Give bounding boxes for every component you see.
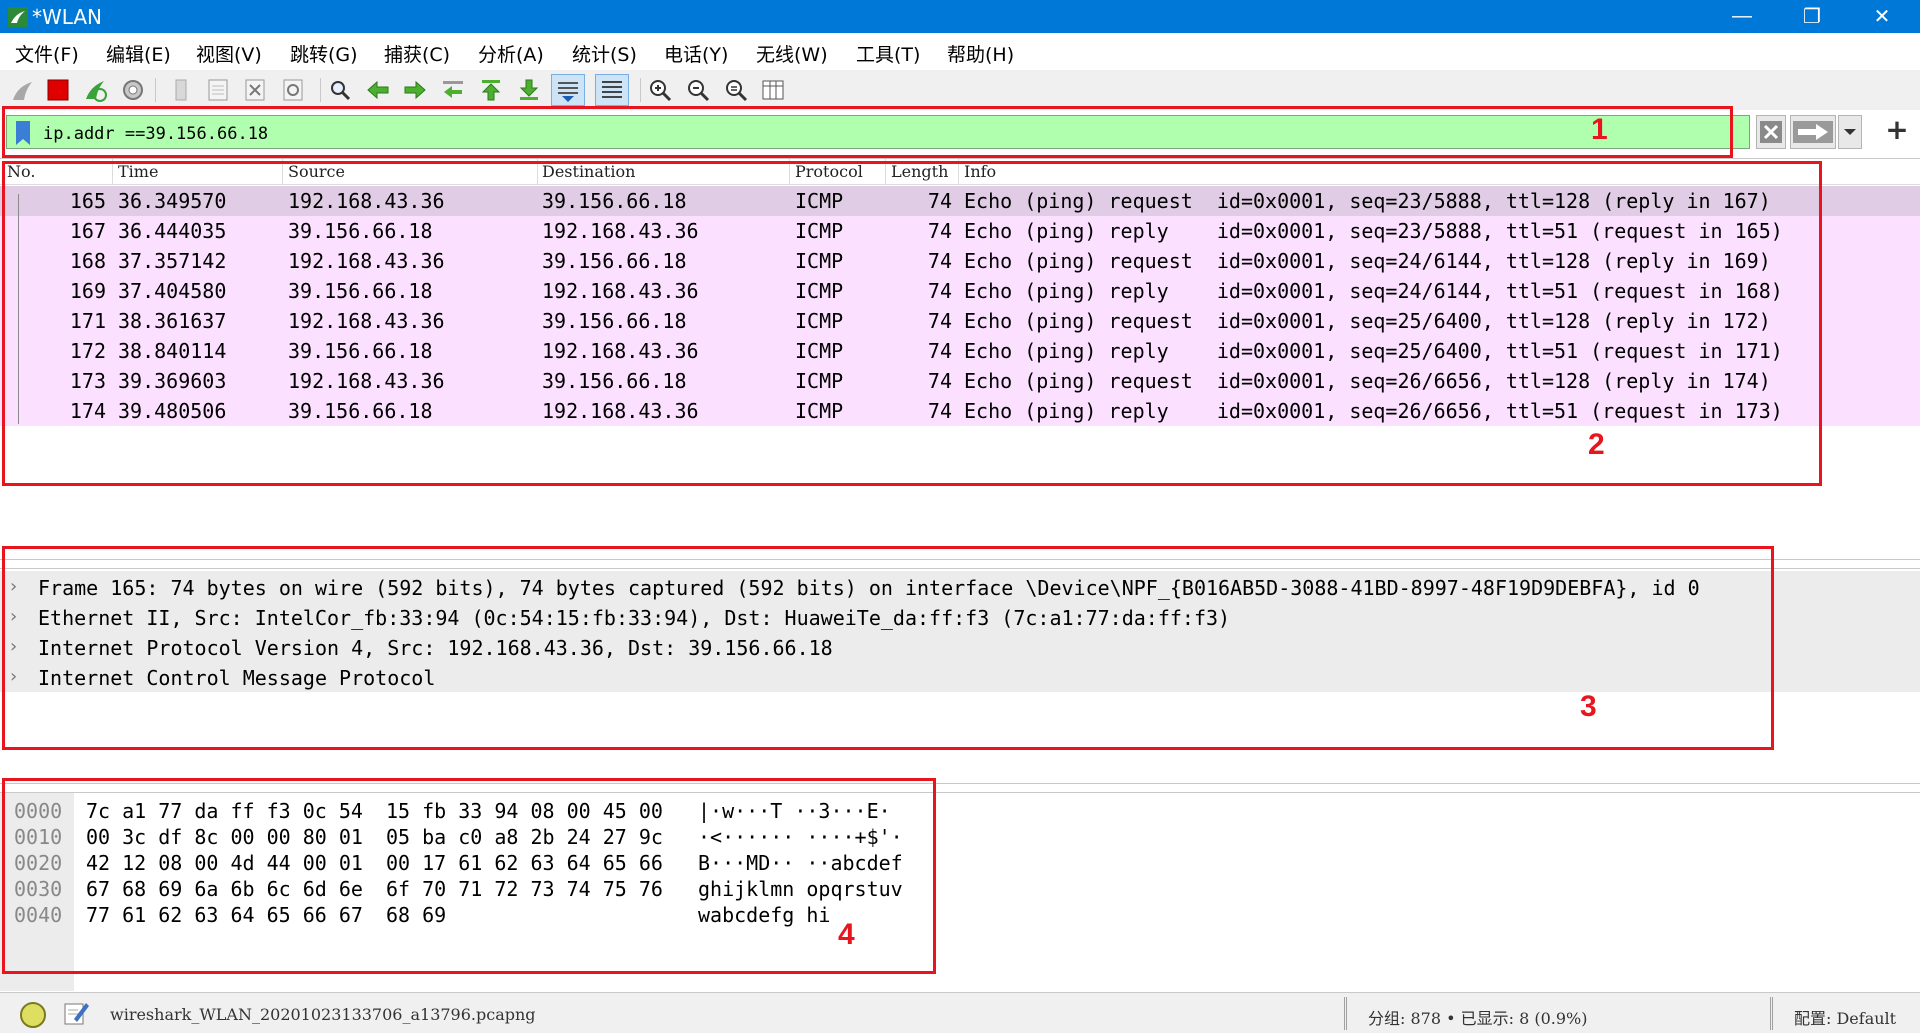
status-bar: wireshark_WLAN_20201023133706_a13796.pca… bbox=[0, 992, 1920, 1033]
annotation-label-4: 4 bbox=[838, 918, 855, 951]
chevron-down-icon bbox=[1844, 129, 1856, 135]
colorize-button[interactable] bbox=[595, 74, 629, 106]
go-back-icon[interactable] bbox=[365, 77, 391, 103]
zoom-out-icon[interactable] bbox=[685, 77, 711, 103]
go-first-packet-icon[interactable] bbox=[478, 77, 504, 103]
auto-scroll-icon bbox=[558, 82, 578, 102]
reload-file-icon[interactable] bbox=[280, 77, 306, 103]
stop-capture-icon[interactable] bbox=[45, 77, 71, 103]
restore-button[interactable]: ❐ bbox=[1782, 0, 1842, 33]
minimize-button[interactable]: — bbox=[1712, 0, 1772, 33]
status-divider bbox=[1770, 997, 1773, 1030]
open-file-icon[interactable] bbox=[168, 77, 194, 103]
menu-bar: 文件(F) 编辑(E) 视图(V) 跳转(G) 捕获(C) 分析(A) 统计(S… bbox=[0, 33, 1920, 70]
toolbar-separator bbox=[155, 78, 156, 102]
go-forward-icon[interactable] bbox=[402, 77, 428, 103]
close-window-button[interactable]: ✕ bbox=[1852, 0, 1912, 33]
menu-statistics[interactable]: 统计(S) bbox=[572, 40, 637, 67]
shark-fin-start-icon[interactable] bbox=[10, 77, 36, 103]
annotation-label-3: 3 bbox=[1580, 690, 1597, 723]
status-divider bbox=[1344, 997, 1347, 1030]
filter-history-dropdown[interactable] bbox=[1838, 115, 1862, 149]
go-to-packet-icon[interactable] bbox=[440, 77, 466, 103]
save-file-icon[interactable] bbox=[205, 77, 231, 103]
expert-info-indicator[interactable] bbox=[20, 1002, 46, 1028]
apply-filter-button[interactable] bbox=[1790, 115, 1836, 149]
colorize-icon bbox=[602, 81, 622, 98]
packet-count: 分组: 878 • 已显示: 8 (0.9%) bbox=[1368, 1009, 1588, 1028]
toolbar-separator bbox=[320, 78, 321, 102]
menu-file[interactable]: 文件(F) bbox=[15, 40, 79, 67]
menu-telephony[interactable]: 电话(Y) bbox=[664, 40, 728, 67]
annotation-box-filter bbox=[2, 106, 1733, 158]
clear-filter-button[interactable] bbox=[1756, 115, 1786, 149]
annotation-label-2: 2 bbox=[1588, 428, 1605, 461]
find-packet-icon[interactable] bbox=[327, 77, 353, 103]
window-title: *WLAN bbox=[32, 5, 103, 29]
menu-edit[interactable]: 编辑(E) bbox=[106, 40, 171, 67]
clear-icon bbox=[1760, 121, 1782, 143]
menu-help[interactable]: 帮助(H) bbox=[947, 40, 1014, 67]
apply-arrow-icon bbox=[1793, 121, 1833, 143]
profile-label[interactable]: 配置: Default bbox=[1794, 1005, 1896, 1029]
main-toolbar bbox=[0, 70, 1920, 110]
menu-view[interactable]: 视图(V) bbox=[196, 40, 262, 67]
restart-capture-icon[interactable] bbox=[82, 77, 108, 103]
annotation-box-bytes bbox=[2, 778, 936, 974]
title-bar: *WLAN — ❐ ✕ bbox=[0, 0, 1920, 33]
annotation-label-1: 1 bbox=[1591, 113, 1608, 146]
zoom-normal-icon[interactable] bbox=[723, 77, 749, 103]
menu-wireless[interactable]: 无线(W) bbox=[756, 40, 828, 67]
zoom-in-icon[interactable] bbox=[647, 77, 673, 103]
close-icon: ✕ bbox=[1873, 6, 1891, 28]
capture-options-icon[interactable] bbox=[120, 77, 146, 103]
add-filter-button[interactable]: + bbox=[1880, 113, 1914, 147]
menu-go[interactable]: 跳转(G) bbox=[290, 40, 358, 67]
capture-filename: wireshark_WLAN_20201023133706_a13796.pca… bbox=[110, 1005, 536, 1024]
close-file-icon[interactable] bbox=[242, 77, 268, 103]
minimize-icon: — bbox=[1732, 5, 1752, 27]
menu-tools[interactable]: 工具(T) bbox=[856, 40, 920, 67]
menu-analyze[interactable]: 分析(A) bbox=[478, 40, 544, 67]
wireshark-app-icon bbox=[8, 7, 28, 27]
auto-scroll-button[interactable] bbox=[551, 74, 585, 106]
edit-comment-icon[interactable] bbox=[62, 999, 90, 1027]
annotation-box-details bbox=[2, 546, 1774, 750]
go-last-packet-icon[interactable] bbox=[516, 77, 542, 103]
annotation-box-packet-list bbox=[2, 161, 1822, 486]
resize-columns-icon[interactable] bbox=[760, 77, 786, 103]
menu-capture[interactable]: 捕获(C) bbox=[384, 40, 450, 67]
restore-icon: ❐ bbox=[1803, 6, 1821, 28]
toolbar-separator bbox=[640, 78, 641, 102]
